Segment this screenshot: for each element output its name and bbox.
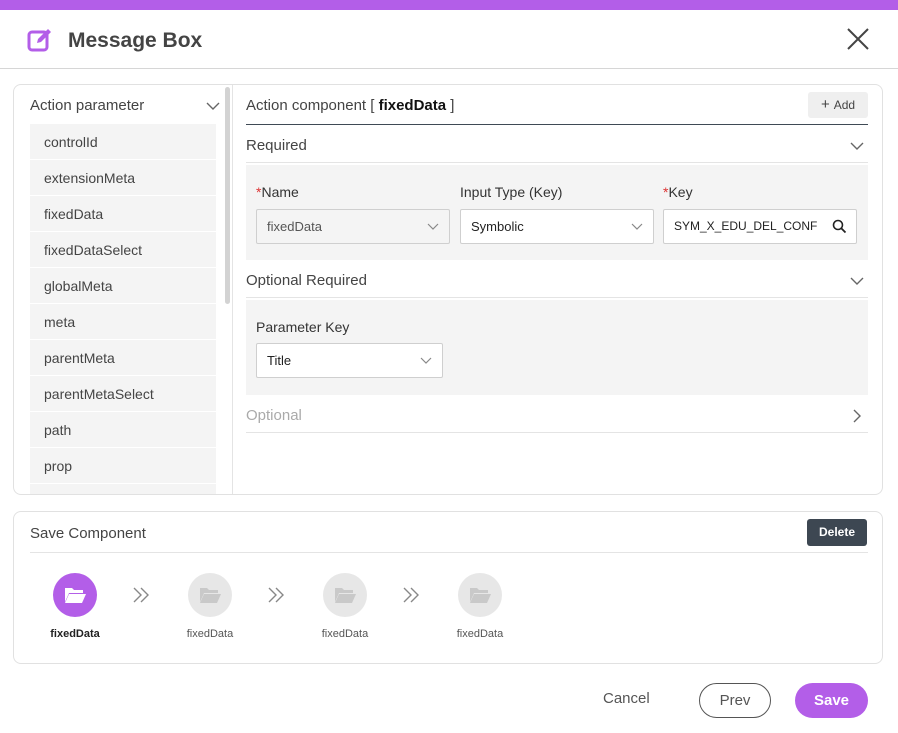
action-parameter-item[interactable]: extensionMeta (30, 160, 216, 196)
action-parameter-item[interactable]: globalMeta (30, 268, 216, 304)
chevron-down-icon (206, 102, 220, 110)
double-chevron-right-icon (268, 587, 284, 603)
parameter-key-select[interactable]: Title (256, 343, 443, 378)
main-panel: Action parameter controlId extensionMeta… (13, 84, 883, 495)
title-divider (246, 124, 868, 125)
parameter-key-label: Parameter Key (256, 319, 350, 335)
name-label-text: Name (261, 184, 299, 200)
folder-open-icon (335, 588, 356, 603)
action-parameter-item[interactable]: prop (30, 448, 216, 484)
column-divider (232, 85, 233, 494)
action-parameter-item[interactable]: parentMeta (30, 340, 216, 376)
component-name: fixedData (378, 97, 447, 114)
chevron-down-icon (427, 223, 439, 230)
name-select-value: fixedData (267, 219, 322, 234)
step-item[interactable]: fixedData (440, 573, 520, 640)
optional-required-section-header[interactable]: Optional Required (246, 264, 868, 298)
prev-button[interactable]: Prev (699, 683, 771, 718)
step-circle (53, 573, 97, 617)
save-button[interactable]: Save (795, 683, 868, 718)
step-item[interactable]: fixedData (305, 573, 385, 640)
key-label-text: Key (668, 184, 693, 200)
chevron-down-icon (631, 223, 643, 230)
step-circle (458, 573, 502, 617)
step-label: fixedData (50, 628, 100, 640)
action-parameter-item[interactable]: meta (30, 304, 216, 340)
folder-open-icon (65, 588, 86, 603)
parameter-key-select-value: Title (267, 353, 292, 368)
double-chevron-right-icon (133, 587, 149, 603)
action-parameter-list: controlId extensionMeta fixedData fixedD… (30, 124, 216, 494)
close-icon[interactable] (845, 26, 871, 52)
dialog-header: Message Box (0, 10, 898, 69)
folder-open-icon (200, 588, 221, 603)
step-circle (188, 573, 232, 617)
action-parameter-header[interactable]: Action parameter (30, 97, 220, 123)
scrollbar-thumb[interactable] (225, 87, 230, 304)
action-parameter-item[interactable]: controlId (30, 124, 216, 160)
key-label: *Key (663, 184, 693, 200)
action-parameter-item[interactable]: fixedDataSelect (30, 232, 216, 268)
step-label: fixedData (186, 628, 234, 640)
chevron-down-icon (850, 277, 864, 285)
optional-section-header[interactable]: Optional (246, 399, 868, 433)
search-icon[interactable] (832, 219, 847, 234)
name-select[interactable]: fixedData (256, 209, 450, 244)
chevron-down-icon (420, 357, 432, 364)
title-suffix: ] (446, 97, 455, 114)
step-item[interactable]: fixedData (170, 573, 250, 640)
required-section-body: *Name fixedData Input Type (Key) Symboli… (246, 165, 868, 260)
folder-open-icon (470, 588, 491, 603)
action-parameter-item-partial[interactable] (30, 484, 216, 494)
action-parameter-title: Action parameter (30, 97, 145, 114)
chevron-down-icon (850, 142, 864, 150)
action-parameter-column: Action parameter controlId extensionMeta… (14, 85, 232, 494)
save-component-panel: Save Component Delete fixedData fixedDat… (13, 511, 883, 664)
step-item[interactable]: fixedData (35, 573, 115, 640)
add-button[interactable]: + Add (808, 92, 868, 118)
title-prefix: Action component [ (246, 97, 379, 114)
cancel-button[interactable]: Cancel (603, 690, 650, 707)
double-chevron-right-icon (403, 587, 419, 603)
input-type-label: Input Type (Key) (460, 184, 563, 200)
save-component-title: Save Component (30, 525, 146, 542)
step-circle (323, 573, 367, 617)
input-type-select[interactable]: Symbolic (460, 209, 654, 244)
delete-button[interactable]: Delete (807, 519, 867, 546)
plus-icon: + (820, 96, 830, 113)
dialog-title: Message Box (68, 29, 203, 52)
optional-section-title: Optional (246, 407, 302, 424)
save-component-divider (30, 552, 868, 553)
action-parameter-item[interactable]: parentMetaSelect (30, 376, 216, 412)
name-label: *Name (256, 184, 299, 200)
step-label: fixedData (456, 628, 504, 640)
step-label: fixedData (321, 628, 369, 640)
add-button-label: Add (833, 98, 856, 112)
optional-required-section-body: Parameter Key Title (246, 300, 868, 395)
chevron-right-icon (853, 409, 861, 423)
action-parameter-item[interactable]: fixedData (30, 196, 216, 232)
required-section-title: Required (246, 137, 307, 154)
input-type-select-value: Symbolic (471, 219, 524, 234)
key-field-value: SYM_X_EDU_DEL_CONF (674, 219, 818, 233)
key-search-field[interactable]: SYM_X_EDU_DEL_CONF (663, 209, 857, 244)
edit-icon (27, 29, 51, 52)
top-accent-bar (0, 0, 898, 10)
action-component-title: Action component [ fixedData ] (246, 97, 454, 114)
action-parameter-item[interactable]: path (30, 412, 216, 448)
required-section-header[interactable]: Required (246, 129, 868, 163)
optional-required-section-title: Optional Required (246, 272, 367, 289)
